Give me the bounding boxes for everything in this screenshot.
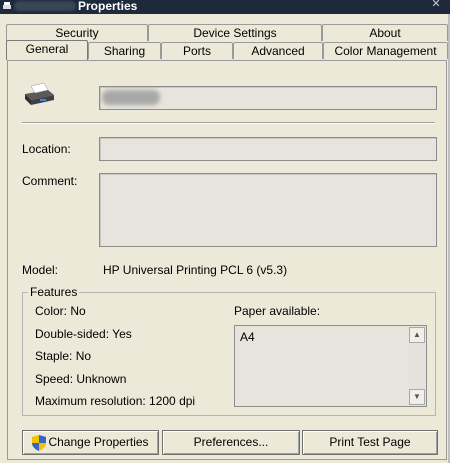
button-label: Change Properties: [48, 435, 149, 449]
button-label: Print Test Page: [329, 435, 411, 449]
list-item[interactable]: A4: [240, 330, 255, 344]
separator: [22, 122, 435, 124]
feature-staple: Staple: No: [35, 349, 92, 363]
comment-label: Comment:: [22, 174, 78, 188]
scroll-up-icon[interactable]: ▲: [409, 327, 425, 343]
comment-field[interactable]: [99, 173, 437, 247]
feature-max-resolution: Maximum resolution: 1200 dpi: [35, 394, 196, 408]
tab-label: General: [25, 42, 69, 56]
feature-color: Color: No: [35, 304, 86, 318]
scroll-down-icon[interactable]: ▼: [409, 389, 425, 405]
tab-security[interactable]: Security: [6, 24, 148, 41]
tab-about[interactable]: About: [322, 24, 448, 41]
window-title: Properties: [78, 0, 138, 13]
tab-device-settings[interactable]: Device Settings: [148, 24, 322, 41]
printer-name-field[interactable]: [99, 86, 437, 110]
paper-listbox[interactable]: A4 ▲ ▼: [234, 325, 427, 407]
printer-icon: [25, 82, 54, 105]
features-legend: Features: [28, 285, 80, 299]
tab-label: Security: [55, 26, 99, 40]
tab-label: About: [369, 26, 401, 40]
feature-speed: Speed: Unknown: [35, 372, 127, 386]
change-properties-button[interactable]: Change Properties: [22, 430, 159, 455]
close-icon[interactable]: ✕: [426, 0, 446, 11]
tab-advanced[interactable]: Advanced: [233, 42, 323, 59]
uac-shield-icon: [32, 435, 46, 451]
preferences-button[interactable]: Preferences...: [162, 430, 300, 455]
scrollbar[interactable]: ▲ ▼: [409, 327, 425, 405]
model-value: HP Universal Printing PCL 6 (v5.3): [103, 263, 288, 277]
print-test-page-button[interactable]: Print Test Page: [302, 430, 438, 455]
tab-label: Color Management: [334, 44, 437, 58]
model-label: Model:: [22, 263, 59, 277]
printer-icon: [3, 2, 11, 9]
paper-available-label: Paper available:: [234, 304, 321, 318]
tab-label: Advanced: [251, 44, 305, 58]
tab-label: Ports: [182, 44, 211, 58]
tab-sharing[interactable]: Sharing: [88, 42, 161, 59]
button-label: Preferences...: [193, 435, 269, 449]
feature-double-sided: Double-sided: Yes: [35, 327, 132, 341]
location-label: Location:: [22, 142, 71, 156]
title-bar: Properties ✕: [0, 0, 450, 14]
tab-label: Device Settings: [193, 26, 277, 40]
location-field[interactable]: [99, 137, 437, 161]
tab-ports[interactable]: Ports: [161, 42, 233, 59]
redacted-printer-name: [102, 90, 160, 105]
tab-general[interactable]: General: [6, 40, 88, 60]
tab-color-management[interactable]: Color Management: [323, 42, 448, 59]
tab-label: Sharing: [103, 44, 146, 58]
redacted-printer-name: [14, 1, 76, 11]
